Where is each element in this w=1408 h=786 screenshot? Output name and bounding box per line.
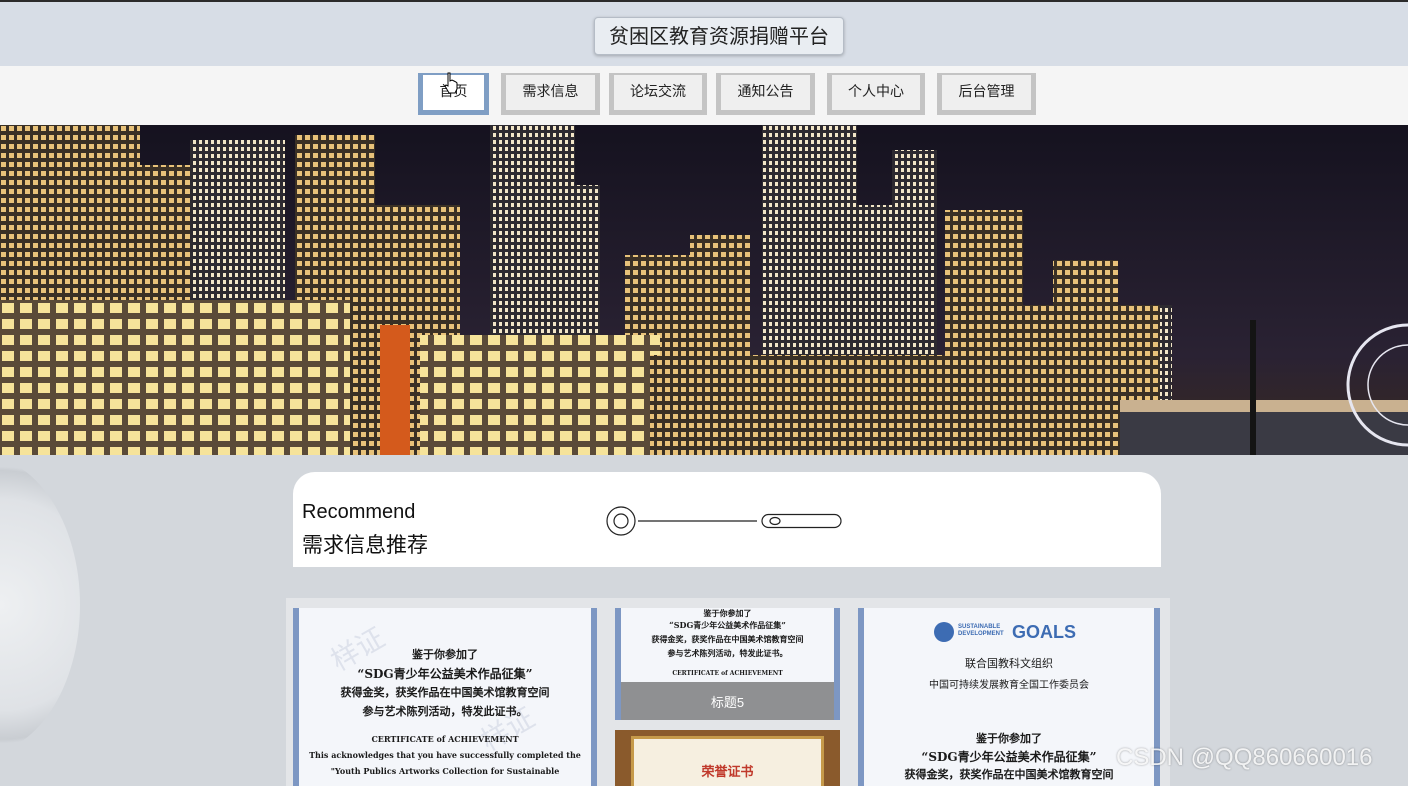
card-text: 联合国教科文组织 [965, 657, 1053, 670]
card-text: “SDG青少年公益美术作品征集” [921, 750, 1097, 764]
card-text: 获得金奖，获奖作品在中国美术馆教育空间 [904, 768, 1114, 781]
city-night-skyline-image [0, 125, 1408, 455]
card-text: 中国可持续发展教育全国工作委员会 [929, 680, 1089, 691]
card-text: 获得金奖，获奖作品在中国美术馆教育空间 [651, 634, 804, 644]
card-text: 鉴于你参加了 [412, 648, 478, 661]
recommend-card-1[interactable]: 样证 样证 鉴于你参加了 “SDG青少年公益美术作品征集” 获得金奖，获奖作品在… [293, 608, 597, 786]
hero-banner[interactable] [0, 125, 1408, 455]
site-title: 贫困区教育资源捐赠平台 [594, 17, 844, 55]
card-caption: 标题5 [710, 695, 745, 710]
csdn-watermark: CSDN @QQ860660016 [1116, 744, 1373, 771]
card-text: 鉴于你参加了 [703, 608, 752, 618]
main-nav: 首页 需求信息 论坛交流 通知公告 个人中心 后台管理 [0, 66, 1408, 125]
nav-item-demand-info[interactable]: 需求信息 [501, 73, 600, 115]
nav-item-notices[interactable]: 通知公告 [716, 73, 815, 115]
recommend-header-panel: Recommend 需求信息推荐 [293, 472, 1161, 567]
un-logo-icon [934, 622, 954, 642]
card-text: 获得金奖，获奖作品在中国美术馆教育空间 [340, 686, 550, 699]
honor-certificate-image: 荣誉证书 [631, 736, 824, 786]
recommend-title-zh: 需求信息推荐 [302, 534, 428, 557]
card-text: 参与艺术陈列活动，特发此证书。 [667, 648, 788, 658]
recommend-card-6[interactable]: 荣誉证书 [615, 730, 840, 786]
card-text: 鉴于你参加了 [976, 732, 1042, 745]
sdg-logo-small-text: SUSTAINABLE DEVELOPMENT [958, 624, 1004, 637]
recommend-card-5[interactable]: 鉴于你参加了 “SDG青少年公益美术作品征集” 获得金奖，获奖作品在中国美术馆教… [615, 608, 840, 720]
hand-cursor-icon [444, 72, 458, 94]
card-text: “SDG青少年公益美术作品征集” [357, 667, 533, 681]
card-text: This acknowledges that you have successf… [309, 750, 581, 760]
card-text: CERTIFICATE of ACHIEVEMENT [371, 734, 519, 744]
nav-item-personal-center[interactable]: 个人中心 [827, 73, 925, 115]
card-text: "Youth Publics Artworks Collection for S… [330, 766, 560, 776]
decorative-line-icon [606, 506, 842, 536]
card-text: “SDG青少年公益美术作品征集” [669, 620, 786, 630]
decorative-disc [0, 455, 80, 755]
card-caption-bar: 标题5 [621, 682, 834, 720]
nav-item-forum[interactable]: 论坛交流 [609, 73, 707, 115]
card-text: 荣誉证书 [701, 764, 754, 779]
sdg-goals-logo: GOALS [1012, 622, 1077, 642]
site-header: 贫困区教育资源捐赠平台 [0, 2, 1408, 66]
recommend-card-3[interactable]: SUSTAINABLE DEVELOPMENT GOALS 联合国教科文组织 中… [858, 608, 1160, 786]
recommend-title-en: Recommend [302, 501, 416, 523]
nav-item-admin[interactable]: 后台管理 [937, 73, 1036, 115]
card-text: CERTIFICATE of ACHIEVEMENT [672, 670, 783, 677]
card-text: 参与艺术陈列活动，特发此证书。 [362, 705, 528, 718]
